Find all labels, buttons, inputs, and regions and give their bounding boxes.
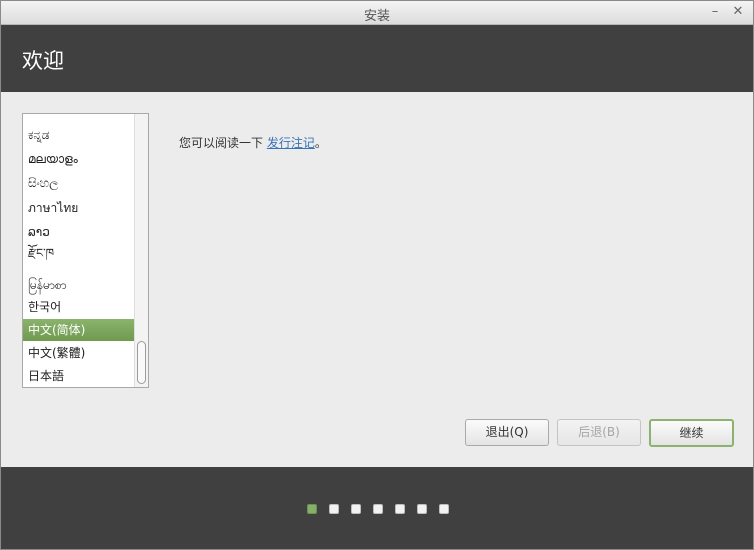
language-item[interactable]: 日本語 (23, 365, 134, 387)
title-bar[interactable]: 安装 – ✕ (1, 1, 753, 25)
progress-step-dot (395, 504, 405, 514)
minimize-icon[interactable]: – (707, 4, 723, 20)
progress-step-dot (439, 504, 449, 514)
progress-step-dot (329, 504, 339, 514)
language-item-selected[interactable]: 中文(简体) (23, 319, 134, 341)
language-item[interactable]: 한국어 (23, 296, 134, 318)
continue-button[interactable]: 继续 (649, 419, 734, 447)
progress-step-dot (417, 504, 427, 514)
language-item[interactable]: မြန်မာစာ (23, 274, 134, 296)
quit-button[interactable]: 退出(Q) (465, 419, 549, 446)
progress-step-dot-active (307, 504, 317, 514)
release-notes-link[interactable]: 发行注记 (267, 136, 315, 150)
progress-step-dot (373, 504, 383, 514)
language-item[interactable]: ລາວ (23, 221, 134, 243)
language-list-scrollbar[interactable] (134, 114, 148, 387)
release-notes-message: 您可以阅读一下 发行注记。 (179, 134, 327, 151)
message-text: 您可以阅读一下 (179, 136, 267, 150)
language-item[interactable]: ಕನ್ನಡ (23, 124, 134, 146)
window-title: 安装 (363, 9, 390, 24)
message-punctuation: 。 (314, 136, 327, 150)
language-item[interactable]: རྫོང་ཁ (23, 242, 134, 264)
language-item[interactable]: සිංහල (23, 172, 134, 194)
installer-window: 安装 – ✕ 欢迎 ಕನ್ನಡ മലയാളം සිංහල ภาษาไทย ລາວ… (0, 0, 754, 550)
back-button[interactable]: 后退(B) (557, 419, 641, 446)
close-icon[interactable]: ✕ (730, 4, 746, 20)
language-item[interactable]: ภาษาไทย (23, 197, 134, 219)
page-header: 欢迎 (1, 25, 753, 92)
language-item[interactable]: 中文(繁體) (23, 342, 134, 364)
page-title: 欢迎 (22, 49, 64, 73)
language-item[interactable]: മലയാളം (23, 148, 134, 170)
scrollbar-thumb[interactable] (137, 341, 146, 384)
progress-step-dot (351, 504, 361, 514)
language-list[interactable]: ಕನ್ನಡ മലയാളം සිංහල ภาษาไทย ລາວ རྫོང་ཁ မြ… (22, 113, 149, 388)
